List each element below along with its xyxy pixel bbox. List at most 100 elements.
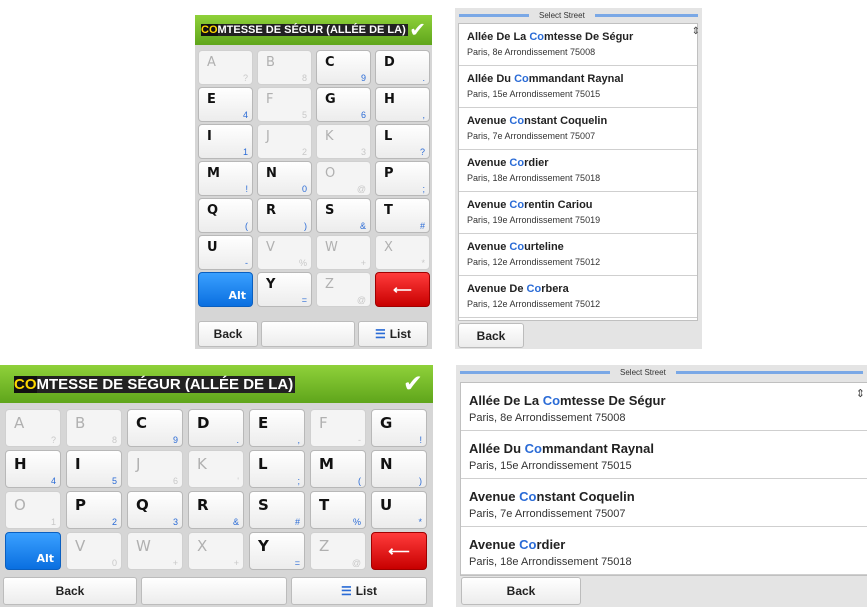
list-button[interactable]: ☰ List [358, 321, 428, 347]
back-button[interactable]: Back [198, 321, 258, 347]
street-name: Avenue De Corbera [467, 283, 569, 295]
key-letter: F [266, 92, 274, 107]
key-e[interactable]: E4 [198, 87, 253, 122]
key-m[interactable]: M( [310, 450, 366, 488]
key-t[interactable]: T% [310, 491, 366, 529]
street-name-prefix: Avenue [467, 199, 510, 211]
key-letter: B [266, 55, 275, 70]
key-i[interactable]: I5 [66, 450, 122, 488]
key-symbol: 8 [301, 73, 307, 83]
street-name-prefix: Allée Du [467, 73, 515, 85]
key-letter: M [319, 455, 334, 473]
key-letter: O [14, 496, 26, 514]
confirm-check-icon[interactable]: ✔ [403, 370, 423, 399]
key-symbol: - [245, 258, 248, 268]
key-t[interactable]: T # [375, 198, 430, 233]
street-name-suffix: mtesse De Ségur [560, 393, 666, 408]
key-u[interactable]: U * [371, 491, 427, 529]
street-list-item[interactable]: Avenue Constant Coquelin Paris, 7e Arrond… [459, 108, 697, 150]
key-letter: S [258, 496, 269, 514]
key-s[interactable]: S # [249, 491, 305, 529]
key-d[interactable]: D. [188, 409, 244, 447]
key-symbol: 4 [242, 110, 248, 120]
key-e[interactable]: E, [249, 409, 305, 447]
key-r[interactable]: R) [257, 198, 312, 233]
key-r[interactable]: R & [188, 491, 244, 529]
alt-key-label: Alt [36, 552, 54, 565]
text-field-button[interactable] [141, 577, 287, 605]
key-g[interactable]: G6 [316, 87, 371, 122]
street-name-suffix: rbera [541, 283, 569, 295]
typed-match: CO [14, 375, 37, 393]
key-p[interactable]: P2 [66, 491, 122, 529]
key-c[interactable]: C9 [127, 409, 183, 447]
key-o: O @ [316, 161, 371, 196]
key-m[interactable]: M! [198, 161, 253, 196]
text-field-button[interactable] [261, 321, 355, 347]
key-letter: G [380, 414, 393, 432]
street-list-item[interactable]: Allée Du Commandant Raynal Paris, 15e Arr… [461, 431, 867, 479]
key-h[interactable]: H4 [5, 450, 61, 488]
street-name-prefix: Avenue De [467, 283, 527, 295]
key-s[interactable]: S & [316, 198, 371, 233]
key-d[interactable]: D. [375, 50, 430, 85]
key-symbol: , [297, 435, 300, 445]
street-list-item[interactable]: Avenue Constant Coquelin Paris, 7e Arrond… [461, 479, 867, 527]
key-y[interactable]: Y = [249, 532, 305, 570]
alt-key[interactable]: Alt [5, 532, 61, 570]
key-letter: I [207, 129, 212, 144]
street-list-item[interactable]: Avenue Courteline Paris, 12e Arrondisseme… [459, 234, 697, 276]
delete-key[interactable]: ⟵ [375, 272, 430, 307]
list-icon: ☰ [374, 327, 386, 341]
key-n[interactable]: N0 [257, 161, 312, 196]
street-name: Avenue Cordier [467, 157, 549, 169]
header-line-right [675, 370, 863, 374]
key-q[interactable]: Q3 [127, 491, 183, 529]
delete-key[interactable]: ⟵ [371, 532, 427, 570]
street-list-item[interactable]: Avenue Corentin Cariou Paris, 19e Arrondi… [459, 192, 697, 234]
street-list-item[interactable]: Allée Du Commandant Raynal Paris, 15e Arr… [459, 66, 697, 108]
street-list-item[interactable]: Avenue Cordier Paris, 18e Arrondissement … [459, 150, 697, 192]
typed-rest: MTESSE DE SÉGUR (ALLÉE DE LA) [36, 375, 296, 393]
key-b: B8 [66, 409, 122, 447]
backspace-arrow-icon: ⟵ [393, 281, 412, 297]
list-button[interactable]: ☰ List [291, 577, 427, 605]
street-name: Allée Du Commandant Raynal [467, 73, 624, 85]
key-symbol: 9 [172, 435, 178, 445]
alt-key[interactable]: Alt [198, 272, 253, 307]
key-u[interactable]: U- [198, 235, 253, 270]
back-button[interactable]: Back [458, 323, 524, 348]
key-n[interactable]: N) [371, 450, 427, 488]
key-l[interactable]: L? [375, 124, 430, 159]
header-line-left [460, 370, 610, 374]
street-list-item[interactable]: Allée De La Comtesse De Ségur Paris, 8e A… [459, 24, 697, 66]
street-list-item[interactable]: Avenue Cordier Paris, 18e Arrondissement … [461, 527, 867, 575]
key-y[interactable]: Y = [257, 272, 312, 307]
key-letter: G [325, 92, 336, 107]
key-symbol: + [360, 258, 366, 268]
street-list-item[interactable]: Allée De La Comtesse De Ségur Paris, 8e A… [461, 383, 867, 431]
street-name: Allée De La Comtesse De Ségur [469, 393, 666, 408]
key-letter: I [75, 455, 81, 473]
scroll-arrows-icon[interactable]: ⇕ [856, 387, 865, 400]
key-l[interactable]: L; [249, 450, 305, 488]
back-button[interactable]: Back [3, 577, 137, 605]
key-letter: A [14, 414, 25, 432]
key-letter: R [197, 496, 209, 514]
key-j: J6 [127, 450, 183, 488]
key-symbol: ? [50, 435, 56, 445]
scroll-arrows-icon[interactable]: ⇕ [692, 26, 700, 37]
key-g[interactable]: G! [371, 409, 427, 447]
street-address: Paris, 12e Arrondissement 75012 [467, 299, 601, 309]
key-i[interactable]: I1 [198, 124, 253, 159]
confirm-check-icon[interactable]: ✔ [409, 18, 426, 43]
key-q[interactable]: Q( [198, 198, 253, 233]
key-symbol: + [172, 558, 178, 568]
key-letter: Q [136, 496, 149, 514]
key-h[interactable]: H, [375, 87, 430, 122]
key-p[interactable]: P; [375, 161, 430, 196]
back-button[interactable]: Back [461, 577, 581, 605]
street-list-item[interactable]: Avenue De Corbera Paris, 12e Arrondisseme… [459, 276, 697, 318]
street-name-suffix: mmandant Raynal [528, 73, 624, 85]
key-c[interactable]: C9 [316, 50, 371, 85]
